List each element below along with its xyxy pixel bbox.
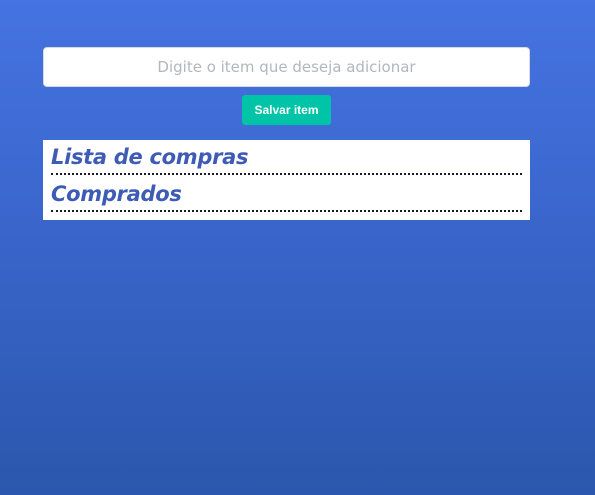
bought-list: Comprados <box>51 181 522 212</box>
bought-list-title: Comprados <box>51 182 182 206</box>
item-input[interactable] <box>43 47 530 87</box>
lists-panel: Lista de compras Comprados <box>43 140 530 220</box>
shopping-list-title: Lista de compras <box>51 145 249 169</box>
save-item-button[interactable]: Salvar item <box>242 95 331 125</box>
shopping-list: Lista de compras <box>51 144 522 175</box>
shopping-app: Salvar item Lista de compras Comprados <box>43 47 530 220</box>
save-row: Salvar item <box>43 95 530 125</box>
